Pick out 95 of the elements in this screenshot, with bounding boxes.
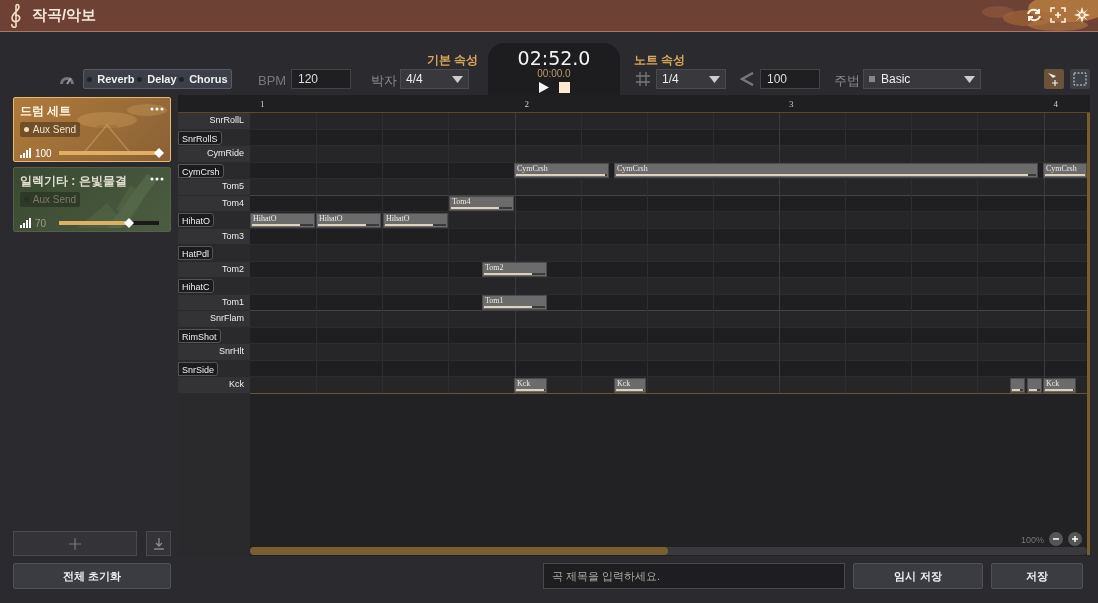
- key-label[interactable]: HihatC: [178, 279, 214, 294]
- technique-label: 주법: [834, 72, 860, 90]
- slider-thumb[interactable]: [154, 148, 164, 158]
- fullscreen-icon[interactable]: [1050, 7, 1066, 23]
- plus-icon: [69, 537, 81, 550]
- volume-value: 70: [35, 217, 47, 231]
- caret-icon: [964, 75, 975, 83]
- velocity-bar: [1029, 388, 1040, 391]
- more-icon[interactable]: [150, 177, 164, 181]
- track-card[interactable]: 드럼 세트 Aux Send 100: [13, 97, 171, 162]
- meter-label: 박자: [371, 72, 397, 90]
- download-button[interactable]: [146, 531, 171, 556]
- note[interactable]: Tom2: [482, 262, 547, 277]
- aux-send-button[interactable]: Aux Send: [20, 122, 80, 137]
- note-label: Kck: [617, 378, 631, 389]
- velocity-bar: [385, 223, 446, 226]
- note-label: Tom2: [485, 263, 504, 273]
- volume-bars-icon: [20, 148, 31, 158]
- volume-bars-icon: [20, 218, 31, 228]
- key-label[interactable]: SnrSide: [178, 361, 219, 376]
- window-title: 작곡/악보: [32, 5, 97, 26]
- vertical-scrollbar[interactable]: [1087, 113, 1090, 555]
- note[interactable]: Tom4: [449, 196, 514, 211]
- pointer-icon: [1047, 72, 1061, 86]
- effect-toggle[interactable]: Reverb: [87, 70, 135, 88]
- key-label[interactable]: HihatO: [178, 213, 214, 228]
- caret-icon: [452, 75, 463, 83]
- note-label: HihatO: [319, 213, 343, 224]
- note-label: Kck: [1046, 378, 1060, 389]
- square-icon: [869, 76, 875, 82]
- measure-number: 4: [1053, 98, 1058, 111]
- marquee-icon: [1073, 72, 1087, 86]
- velocity-field[interactable]: 100: [760, 69, 820, 89]
- note-label: CymCrsh: [617, 164, 648, 174]
- note[interactable]: Tom1: [482, 295, 547, 310]
- meter-dropdown[interactable]: 4/4: [400, 69, 469, 89]
- key-label[interactable]: RimShot: [178, 328, 221, 343]
- key-label[interactable]: SnrRollS: [178, 130, 222, 145]
- bpm-field[interactable]: 120: [291, 69, 351, 89]
- pointer-tool-button[interactable]: [1044, 69, 1064, 89]
- note[interactable]: CymCrsh: [1043, 163, 1087, 178]
- key-label[interactable]: HatPdl: [178, 246, 213, 261]
- reset-all-button[interactable]: 전체 초기화: [13, 563, 171, 589]
- track-name: 드럼 세트: [20, 103, 72, 120]
- velocity-bar: [1045, 388, 1074, 391]
- less-than-icon: [740, 72, 754, 86]
- save-button[interactable]: 저장: [991, 563, 1083, 589]
- grid-icon: [636, 72, 650, 86]
- section-header: 노트 속성: [634, 52, 686, 69]
- download-icon: [152, 537, 165, 550]
- note-label: Tom4: [452, 197, 471, 207]
- more-icon[interactable]: [150, 107, 164, 111]
- note-label: Tom1: [485, 296, 504, 306]
- marquee-tool-button[interactable]: [1070, 69, 1090, 89]
- add-track-button[interactable]: [13, 531, 137, 556]
- song-title-field[interactable]: 곡 제목을 입력하세요.: [543, 563, 845, 589]
- velocity-bar: [516, 388, 545, 391]
- note-label: HihatO: [253, 213, 277, 224]
- zoom-level: 100%: [1021, 534, 1045, 547]
- stop-icon[interactable]: [558, 82, 570, 93]
- note[interactable]: CymCrsh: [614, 163, 1038, 178]
- temp-save-button[interactable]: 임시 저장: [853, 563, 983, 589]
- note[interactable]: CymCrsh: [514, 163, 609, 178]
- key-label[interactable]: Kck: [229, 378, 244, 392]
- position-display: 00:00.0: [537, 68, 571, 79]
- velocity-bar: [252, 223, 313, 226]
- zoom-in-icon[interactable]: [1068, 532, 1082, 546]
- zoom-out-icon[interactable]: [1049, 532, 1063, 546]
- note-label: CymCrsh: [1046, 164, 1077, 174]
- volume-value: 100: [35, 147, 52, 161]
- velocity-bar: [616, 388, 644, 391]
- effect-toggle[interactable]: Chorus: [179, 70, 228, 88]
- caret-icon: [709, 75, 720, 83]
- note-label: Kck: [517, 378, 531, 389]
- measure-number: 2: [524, 98, 529, 111]
- key-label[interactable]: CymCrsh: [178, 163, 224, 178]
- measure-number: 1: [260, 98, 265, 111]
- grid-dropdown[interactable]: 1/4: [656, 69, 726, 89]
- track-name: 일렉기타 : 은빛물결: [20, 173, 127, 190]
- time-display: 02:52.0: [517, 48, 591, 68]
- technique-dropdown[interactable]: Basic: [863, 69, 981, 89]
- play-icon[interactable]: [538, 82, 549, 93]
- refresh-icon[interactable]: [1026, 7, 1042, 23]
- track-card[interactable]: 일렉기타 : 은빛물결 Aux Send 70: [13, 167, 171, 232]
- flower-icon[interactable]: [1074, 7, 1090, 23]
- section-header: 기본 속성: [427, 52, 479, 69]
- horizontal-scrollbar[interactable]: [250, 547, 1087, 555]
- note-label: CymCrsh: [517, 164, 548, 174]
- bpm-label: BPM: [258, 72, 287, 90]
- velocity-bar: [1012, 388, 1023, 391]
- note-label: HihatO: [386, 213, 410, 224]
- measure-number: 3: [789, 98, 794, 111]
- treble-clef-icon: [8, 2, 22, 29]
- effect-toggle[interactable]: Delay: [137, 70, 177, 88]
- velocity-bar: [318, 223, 379, 226]
